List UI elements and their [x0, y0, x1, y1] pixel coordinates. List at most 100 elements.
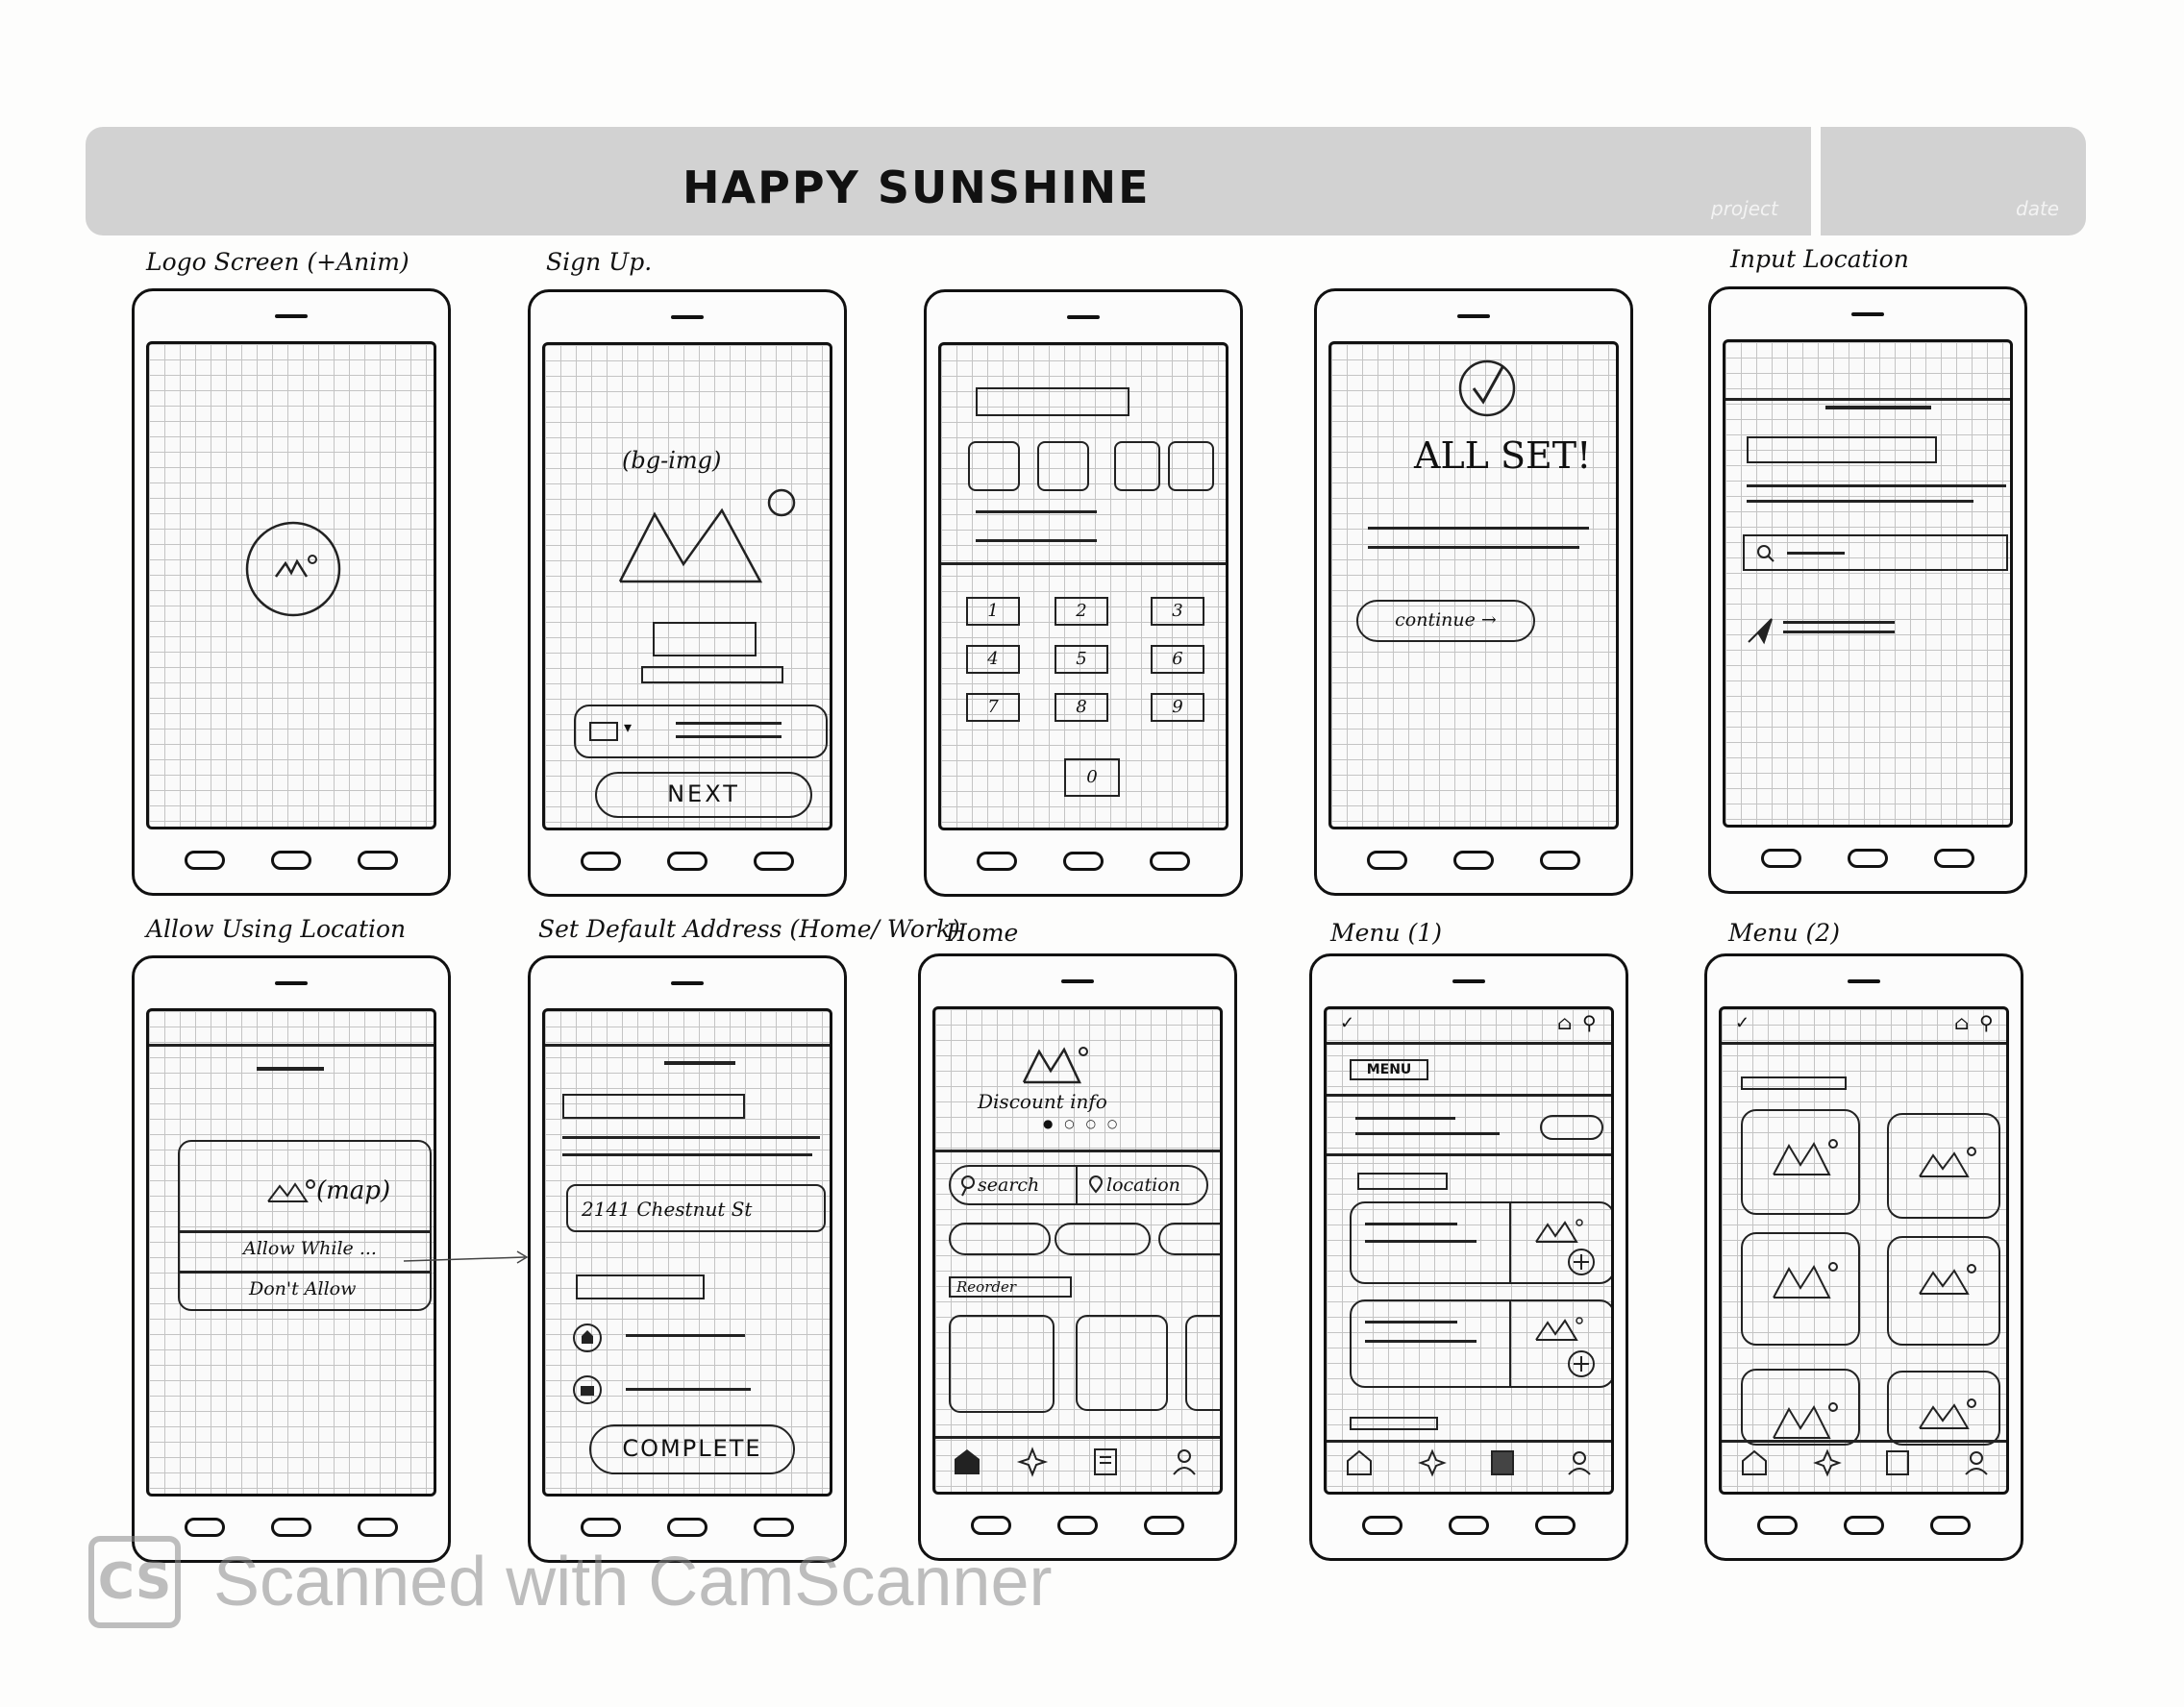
nav-key[interactable]	[1761, 849, 1801, 868]
reorder-card[interactable]	[1185, 1315, 1220, 1411]
add-icon[interactable]	[1567, 1349, 1596, 1378]
nav-key[interactable]	[977, 852, 1017, 871]
keypad-key[interactable]: 6	[1151, 645, 1204, 674]
location-search-input[interactable]	[1743, 534, 2008, 571]
nav-key[interactable]	[1057, 1516, 1098, 1535]
code-digit-box[interactable]	[1168, 441, 1214, 491]
keypad-key[interactable]: 5	[1055, 645, 1108, 674]
orders-tab-icon[interactable]	[1093, 1447, 1118, 1476]
drag-handle[interactable]	[664, 1061, 735, 1065]
nav-key[interactable]	[1362, 1516, 1402, 1535]
nav-key[interactable]	[358, 851, 398, 870]
product-card[interactable]	[1741, 1232, 1860, 1346]
product-card[interactable]	[1887, 1371, 2000, 1446]
product-card[interactable]	[1741, 1369, 1860, 1446]
home-tab-icon[interactable]	[1741, 1449, 1768, 1476]
menu-item-card[interactable]	[1350, 1201, 1611, 1284]
keypad-key[interactable]: 4	[966, 645, 1020, 674]
reorder-card[interactable]	[1076, 1315, 1168, 1411]
phone-input[interactable]: ▾	[574, 705, 828, 758]
profile-tab-icon[interactable]	[1567, 1449, 1592, 1476]
nav-key[interactable]	[581, 1518, 621, 1537]
dont-allow-button[interactable]: Don't Allow	[249, 1278, 356, 1299]
nav-key[interactable]	[271, 1518, 311, 1537]
keypad-key[interactable]: 7	[966, 693, 1020, 722]
nav-key[interactable]	[1063, 852, 1104, 871]
keypad-key[interactable]: 1	[966, 597, 1020, 626]
drag-handle[interactable]	[1825, 406, 1931, 409]
text-line	[626, 1334, 745, 1337]
search-icon[interactable]: ⚲	[1979, 1011, 1994, 1034]
profile-tab-icon[interactable]	[1964, 1449, 1989, 1476]
carousel-dots[interactable]: ● ○ ○ ○	[1043, 1117, 1121, 1130]
home-tab-icon[interactable]	[953, 1447, 981, 1476]
chevron-down-icon: ▾	[624, 718, 633, 736]
divider	[1327, 1094, 1611, 1097]
nav-key[interactable]	[271, 851, 311, 870]
sparkle-tab-icon[interactable]	[1813, 1448, 1842, 1477]
nav-key[interactable]	[581, 852, 621, 871]
nav-key[interactable]	[1449, 1516, 1489, 1535]
search-tab[interactable]: search	[978, 1175, 1039, 1196]
address-input[interactable]: 2141 Chestnut St	[566, 1184, 826, 1232]
filter-pill[interactable]	[1540, 1115, 1603, 1140]
nav-key[interactable]	[1757, 1516, 1798, 1535]
orders-tab-icon[interactable]	[1490, 1449, 1515, 1476]
sparkle-tab-icon[interactable]	[1016, 1447, 1049, 1477]
keypad-key[interactable]: 0	[1064, 758, 1120, 797]
nav-key[interactable]	[1848, 849, 1888, 868]
keypad-key[interactable]: 3	[1151, 597, 1204, 626]
next-button[interactable]: NEXT	[595, 772, 812, 818]
complete-button[interactable]: COMPLETE	[589, 1424, 795, 1474]
text-line	[1783, 621, 1895, 624]
nav-key[interactable]	[1144, 1516, 1184, 1535]
cart-icon[interactable]: ⌂	[1954, 1011, 1969, 1034]
nav-key[interactable]	[667, 1518, 707, 1537]
product-card[interactable]	[1887, 1236, 2000, 1346]
search-icon[interactable]: ⚲	[1582, 1011, 1597, 1034]
nav-key[interactable]	[185, 1518, 225, 1537]
category-chip[interactable]	[1158, 1223, 1220, 1255]
nav-key[interactable]	[1535, 1516, 1576, 1535]
nav-key[interactable]	[1934, 849, 1974, 868]
nav-key[interactable]	[1930, 1516, 1971, 1535]
nav-key[interactable]	[754, 852, 794, 871]
nav-key[interactable]	[971, 1516, 1011, 1535]
reorder-card[interactable]	[949, 1315, 1055, 1413]
keypad-key[interactable]: 8	[1055, 693, 1108, 722]
drag-handle[interactable]	[257, 1067, 324, 1071]
code-digit-box[interactable]	[968, 441, 1020, 491]
product-card[interactable]	[1741, 1109, 1860, 1215]
speaker	[1061, 979, 1094, 983]
category-chip[interactable]	[949, 1223, 1051, 1255]
nav-key[interactable]	[1453, 851, 1494, 870]
product-card[interactable]	[1887, 1113, 2000, 1219]
home-tab-icon[interactable]	[1346, 1449, 1373, 1476]
nav-key[interactable]	[185, 851, 225, 870]
menu-item-card[interactable]	[1350, 1299, 1611, 1388]
cart-icon[interactable]: ⌂	[1557, 1011, 1572, 1034]
nav-key[interactable]	[1844, 1516, 1884, 1535]
category-chip[interactable]	[1055, 1223, 1151, 1255]
sparkle-tab-icon[interactable]	[1418, 1448, 1447, 1477]
nav-key[interactable]	[667, 852, 707, 871]
keypad-key[interactable]: 9	[1151, 693, 1204, 722]
profile-tab-icon[interactable]	[1172, 1447, 1197, 1476]
continue-button[interactable]: continue →	[1356, 600, 1535, 642]
add-icon[interactable]	[1567, 1248, 1596, 1276]
search-icon	[961, 1175, 975, 1197]
nav-key[interactable]	[1150, 852, 1190, 871]
nav-key[interactable]	[754, 1518, 794, 1537]
back-icon[interactable]: ✓	[1735, 1013, 1750, 1033]
keypad-key[interactable]: 2	[1055, 597, 1108, 626]
nav-key[interactable]	[1367, 851, 1407, 870]
allow-while-button[interactable]: Allow While ...	[243, 1238, 377, 1259]
code-digit-box[interactable]	[1114, 441, 1160, 491]
orders-tab-icon[interactable]	[1885, 1449, 1910, 1476]
back-icon[interactable]: ✓	[1340, 1013, 1354, 1033]
nav-key[interactable]	[358, 1518, 398, 1537]
location-tab[interactable]: location	[1106, 1175, 1180, 1196]
nav-key[interactable]	[1540, 851, 1580, 870]
speaker	[275, 314, 308, 318]
code-digit-box[interactable]	[1037, 441, 1089, 491]
